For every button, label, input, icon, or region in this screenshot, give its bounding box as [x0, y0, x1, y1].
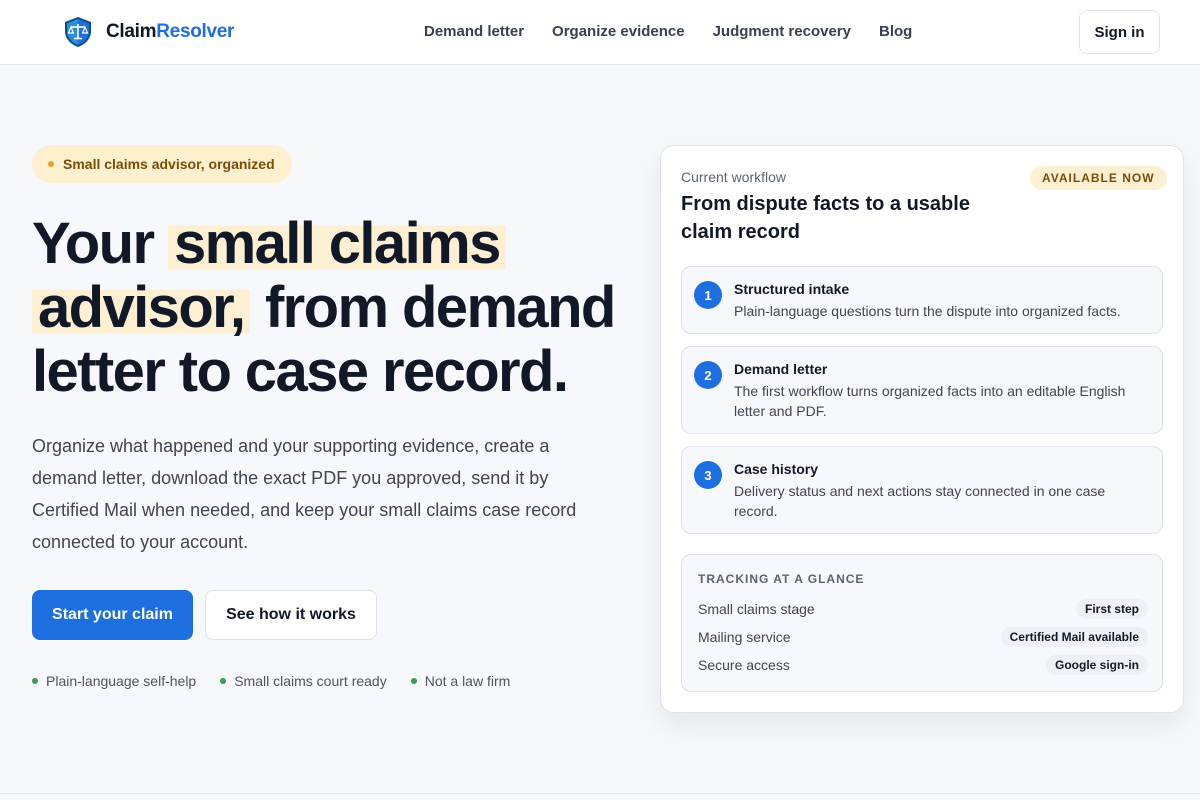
see-how-it-works-button[interactable]: See how it works — [205, 590, 377, 640]
bullet-item: Not a law firm — [410, 673, 511, 689]
tracking-value-badge: Certified Mail available — [1000, 627, 1148, 647]
site-header: ClaimResolver Demand letter Organize evi… — [0, 0, 1200, 65]
hero-headline: Your small claims advisor, from demand l… — [32, 211, 632, 404]
nav-link-judgment-recovery[interactable]: Judgment recovery — [713, 23, 851, 40]
card-eyebrow: Current workflow — [681, 169, 787, 185]
tracking-label: Small claims stage — [698, 601, 815, 617]
green-dot-icon — [32, 678, 38, 684]
tracking-panel: TRACKING AT A GLANCE Small claims stage … — [681, 554, 1163, 692]
start-claim-button[interactable]: Start your claim — [32, 590, 193, 640]
bullet-label: Not a law firm — [424, 673, 511, 689]
brand-logo-link[interactable]: ClaimResolver — [62, 16, 234, 48]
workflow-step: 1 Structured intake Plain-language quest… — [681, 266, 1163, 334]
step-description: Plain-language questions turn the disput… — [734, 303, 1121, 319]
bullet-label: Plain-language self-help — [46, 673, 197, 689]
step-number: 3 — [694, 461, 722, 489]
nav-link-blog[interactable]: Blog — [879, 23, 912, 40]
pill-label: Small claims advisor, organized — [63, 156, 275, 172]
bullet-label: Small claims court ready — [234, 673, 387, 689]
tracking-row: Mailing service Certified Mail available — [698, 627, 1148, 647]
step-title: Demand letter — [734, 361, 828, 377]
brand-name-part2: Resolver — [156, 21, 235, 42]
green-dot-icon — [410, 678, 417, 684]
step-description: The first workflow turns organized facts… — [734, 383, 1126, 419]
tracking-row: Small claims stage First step — [698, 599, 1148, 619]
tracking-value-badge: First step — [1075, 599, 1148, 619]
tracking-label: Secure access — [698, 657, 790, 673]
main-nav: Demand letter Organize evidence Judgment… — [424, 23, 912, 40]
workflow-card: Current workflow From dispute facts to a… — [660, 145, 1184, 713]
tracking-heading: TRACKING AT A GLANCE — [698, 572, 865, 586]
bullet-item: Small claims court ready — [220, 673, 387, 689]
shield-scales-icon — [65, 17, 91, 47]
tracking-value-badge: Google sign-in — [1046, 655, 1148, 675]
headline-part1: Your — [32, 211, 155, 276]
nav-link-demand-letter[interactable]: Demand letter — [424, 23, 524, 40]
step-number: 2 — [694, 361, 722, 389]
hero-pill-badge: Small claims advisor, organized — [32, 145, 292, 183]
brand-name-part1: Claim — [106, 21, 157, 42]
pill-dot-icon — [48, 161, 54, 167]
hero-subcopy: Organize what happened and your supporti… — [32, 436, 577, 552]
available-now-badge: AVAILABLE NOW — [1030, 166, 1167, 190]
headline-highlight1: small claims — [167, 211, 506, 276]
card-title: From dispute facts to a usable claim rec… — [681, 193, 970, 243]
green-dot-icon — [220, 678, 227, 684]
tracking-label: Mailing service — [698, 629, 791, 645]
hero-bullets: Plain-language self-help Small claims co… — [32, 673, 534, 689]
bullet-item: Plain-language self-help — [32, 673, 196, 689]
headline-highlight2: advisor, — [32, 275, 251, 340]
nav-link-organize-evidence[interactable]: Organize evidence — [552, 23, 685, 40]
brand-name: ClaimResolver — [106, 21, 234, 43]
tracking-row: Secure access Google sign-in — [698, 655, 1148, 675]
workflow-step: 3 Case history Delivery status and next … — [681, 446, 1163, 534]
workflow-step: 2 Demand letter The first workflow turns… — [681, 346, 1163, 434]
sign-in-button[interactable]: Sign in — [1079, 10, 1160, 54]
step-title: Case history — [734, 461, 819, 477]
section-divider — [0, 793, 1200, 794]
step-title: Structured intake — [734, 281, 850, 297]
step-description: Delivery status and next actions stay co… — [734, 483, 1106, 519]
step-number: 1 — [694, 281, 722, 309]
